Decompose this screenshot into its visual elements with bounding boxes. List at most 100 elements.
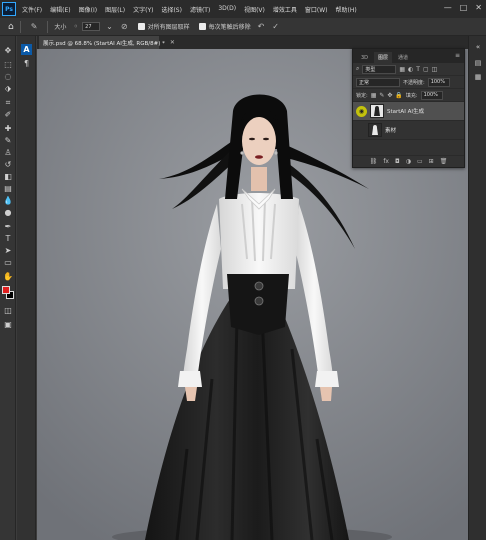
menu-help[interactable]: 帮助(H): [332, 5, 361, 14]
brush-tool-icon[interactable]: ✎: [3, 136, 13, 146]
menu-plugins[interactable]: 增效工具: [269, 5, 301, 14]
menu-file[interactable]: 文件(F): [18, 5, 46, 14]
visibility-eye-icon[interactable]: ◉: [356, 105, 367, 117]
properties-panel-icon[interactable]: ▦: [473, 72, 483, 82]
layer-thumbnail: [370, 104, 384, 118]
opacity-input[interactable]: 100%: [427, 77, 450, 87]
close-icon[interactable]: ✕: [475, 3, 482, 12]
lasso-tool-icon[interactable]: ◌: [3, 72, 13, 82]
rectangle-tool-icon[interactable]: ▭: [3, 258, 13, 268]
lock-row: 锁定: ▦ ✎ ✥ 🔒 填充: 100%: [353, 89, 464, 102]
fill-input[interactable]: 100%: [420, 90, 443, 100]
pen-tool-icon[interactable]: ✒: [3, 222, 13, 232]
menu-type[interactable]: 文字(Y): [129, 5, 157, 14]
move-tool-icon[interactable]: ✥: [3, 46, 13, 56]
lock-label: 锁定:: [356, 92, 368, 99]
stamp-tool-icon[interactable]: ♙: [3, 148, 13, 158]
foreground-color-swatch[interactable]: [2, 286, 10, 294]
menu-layer[interactable]: 图层(L): [101, 5, 129, 14]
minimize-icon[interactable]: —: [444, 3, 452, 12]
blend-mode-dropdown[interactable]: 正常: [356, 77, 400, 87]
lock-all-icon[interactable]: 🔒: [395, 92, 402, 99]
remove-tool-icon[interactable]: ✎: [31, 22, 38, 31]
menu-window[interactable]: 窗口(W): [301, 5, 332, 14]
new-layer-icon[interactable]: ⊞: [429, 158, 434, 165]
layer-thumbnail: [368, 123, 382, 137]
gradient-tool-icon[interactable]: ▤: [3, 184, 13, 194]
object-select-tool-icon[interactable]: ⬗: [3, 84, 13, 94]
right-dock: « ▤ ▦: [468, 36, 486, 540]
tab-channels[interactable]: 通道: [394, 52, 412, 63]
sample-all-checkbox[interactable]: [137, 23, 145, 30]
divider: [47, 20, 49, 33]
quick-mask-icon[interactable]: ◫: [3, 306, 13, 316]
menu-3d[interactable]: 3D(D): [214, 5, 240, 14]
healing-tool-icon[interactable]: ✚: [3, 124, 13, 134]
layer-filter-row: ⌕ 类型 ▦ ◐ T ▢ ◫: [353, 63, 464, 76]
trash-icon[interactable]: 🗑: [440, 158, 448, 165]
lock-paint-icon[interactable]: ✎: [379, 92, 384, 99]
type-tool-icon[interactable]: T: [3, 234, 13, 244]
brush-size-icon: ◦: [73, 22, 79, 31]
search-icon: ⌕: [356, 65, 360, 72]
filter-type-icon[interactable]: T: [416, 66, 420, 73]
panel-menu-icon[interactable]: ≡: [455, 52, 460, 59]
lock-position-icon[interactable]: ✥: [387, 92, 392, 99]
document-tab-title: 展示.psd @ 68.8% (StartAI AI生成, RGB/8#) *: [43, 40, 165, 47]
filter-pixel-icon[interactable]: ▦: [399, 66, 405, 73]
dodge-tool-icon[interactable]: ●: [3, 208, 13, 218]
hand-tool-icon[interactable]: ✋: [3, 272, 13, 282]
main-menu: 文件(F) 编辑(E) 图像(I) 图层(L) 文字(Y) 选择(S) 滤镜(T…: [18, 5, 361, 14]
document-tab[interactable]: 展示.psd @ 68.8% (StartAI AI生成, RGB/8#) * …: [39, 36, 175, 49]
maximize-icon[interactable]: □: [460, 3, 468, 12]
link-icon[interactable]: ⛓: [370, 158, 378, 165]
pressure-icon[interactable]: ⊘: [121, 22, 128, 31]
menu-select[interactable]: 选择(S): [157, 5, 186, 14]
auto-erase-label: 每次笔触后移除: [208, 24, 251, 31]
undo-icon[interactable]: ↶: [258, 22, 265, 31]
menu-edit[interactable]: 编辑(E): [46, 5, 74, 14]
menu-image[interactable]: 图像(I): [75, 5, 101, 14]
mask-icon[interactable]: ◘: [395, 158, 400, 165]
lock-pixels-icon[interactable]: ▦: [371, 92, 377, 99]
menu-filter[interactable]: 滤镜(T): [186, 5, 214, 14]
group-icon[interactable]: ▭: [417, 158, 423, 165]
blend-row: 正常 不透明度: 100%: [353, 76, 464, 89]
eraser-tool-icon[interactable]: ◧: [3, 172, 13, 182]
menu-view[interactable]: 视图(V): [240, 5, 269, 14]
marquee-tool-icon[interactable]: ⬚: [3, 60, 13, 70]
visibility-off-icon[interactable]: [356, 126, 365, 135]
layer-row-startai[interactable]: ◉ StartAI AI生成: [353, 102, 464, 121]
confirm-icon[interactable]: ✓: [272, 22, 279, 31]
photoshop-logo[interactable]: Ps: [2, 2, 16, 16]
auto-erase-checkbox[interactable]: [198, 23, 206, 30]
history-panel-icon[interactable]: ▤: [473, 58, 483, 68]
filter-type-dropdown[interactable]: 类型: [362, 64, 397, 74]
layers-panel: 3D 图层 通道 ≡ ⌕ 类型 ▦ ◐ T ▢ ◫ 正常 不透明度: 100% …: [352, 48, 465, 168]
close-tab-icon[interactable]: ✕: [170, 39, 175, 46]
filter-shape-icon[interactable]: ▢: [423, 66, 429, 73]
fx-icon[interactable]: fx: [383, 158, 389, 165]
character-panel-icon[interactable]: A: [21, 44, 32, 55]
crop-tool-icon[interactable]: ⌗: [3, 98, 13, 108]
options-bar: ⌂ ✎ 大小 ◦ 27 ⌄ ⊘ 对所有图层取样 每次笔触后移除 ↶ ✓: [0, 18, 486, 36]
layer-name: 素材: [385, 128, 397, 134]
layer-row-material[interactable]: 素材: [353, 121, 464, 140]
filter-adjust-icon[interactable]: ◐: [408, 66, 413, 73]
blur-tool-icon[interactable]: 💧: [3, 196, 13, 206]
screen-mode-icon[interactable]: ▣: [3, 320, 13, 330]
eyedropper-tool-icon[interactable]: ✐: [3, 110, 13, 120]
history-brush-icon[interactable]: ↺: [3, 160, 13, 170]
collapse-panels-icon[interactable]: «: [473, 42, 483, 52]
tab-layers[interactable]: 图层: [374, 52, 393, 63]
size-input[interactable]: 27: [82, 22, 101, 31]
paragraph-panel-icon[interactable]: ¶: [21, 58, 32, 69]
collapsed-panels: A ¶: [17, 36, 36, 540]
chevron-down-icon[interactable]: ⌄: [106, 22, 113, 31]
path-select-tool-icon[interactable]: ➤: [3, 246, 13, 256]
window-controls: — □ ✕: [444, 3, 482, 12]
adjustment-icon[interactable]: ◑: [406, 158, 411, 165]
home-icon[interactable]: ⌂: [8, 22, 14, 32]
filter-smart-icon[interactable]: ◫: [432, 66, 438, 73]
tab-3d[interactable]: 3D: [357, 53, 372, 63]
